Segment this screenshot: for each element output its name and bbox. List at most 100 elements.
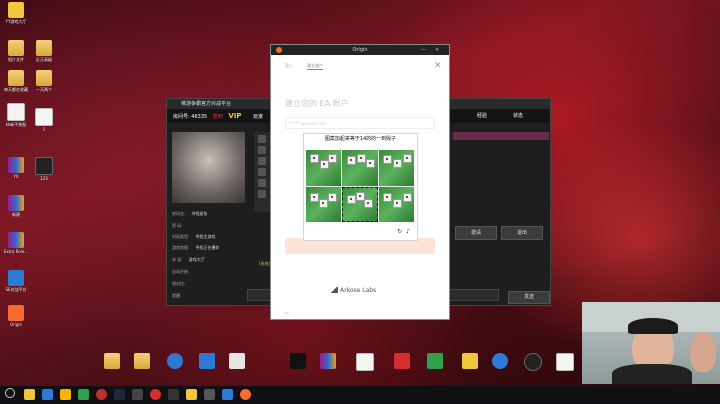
desktop-bottom-icon-5[interactable] <box>222 353 252 369</box>
captcha-option[interactable] <box>306 186 342 222</box>
desktop-icon-doc1[interactable]: kk新手装配 <box>1 103 31 127</box>
minimize-icon[interactable]: — <box>421 45 426 55</box>
streamer-shirt <box>612 364 692 384</box>
desktop-bottom-icon-4[interactable] <box>192 353 222 369</box>
accelerator-icon <box>492 353 508 369</box>
captcha-option-selected[interactable] <box>342 186 378 222</box>
taskbar <box>0 386 720 404</box>
desktop-bottom-icon-3[interactable] <box>160 353 190 369</box>
desktop-icon-folder2[interactable]: 反正高级 <box>29 40 59 62</box>
captcha-prompt: 图案加起来等于14的的一到骰子 <box>324 136 397 142</box>
die <box>402 192 412 202</box>
close-icon[interactable]: ✕ <box>434 62 442 71</box>
player-avatar <box>172 132 245 203</box>
die <box>357 154 367 163</box>
desktop-icon-folder3[interactable]: 每天都在收藏 <box>1 70 31 92</box>
player-slot[interactable] <box>258 179 266 187</box>
captcha-option[interactable] <box>378 186 414 222</box>
close-window-icon[interactable]: ✕ <box>435 45 439 55</box>
captcha-option[interactable] <box>306 150 342 186</box>
desktop-bottom-icon-yy[interactable] <box>455 353 485 369</box>
webcam-overlay <box>582 302 720 384</box>
desktop-bottom-icon-netease[interactable] <box>387 353 417 369</box>
desktop-icon-yy-games[interactable]: YY游戏大厅 <box>1 2 31 24</box>
room-number-label: 房间号: <box>173 114 190 120</box>
tab-sign-in[interactable]: 登入 <box>285 63 293 69</box>
player-slot[interactable] <box>258 168 266 176</box>
desktop-icon-new[interactable]: 新建 <box>1 195 31 217</box>
reload-icon[interactable]: ↻ <box>397 229 402 235</box>
desktop-icon-123[interactable]: 123 <box>29 157 59 181</box>
desktop-bottom-icon-7[interactable] <box>313 353 343 369</box>
doc-icon <box>356 353 374 371</box>
origin-logo-icon <box>276 47 282 53</box>
second-person <box>690 332 716 372</box>
room-tag[interactable]: 签到 <box>213 114 223 120</box>
taskbar-app-icon[interactable] <box>132 389 143 400</box>
taskbar-origin-icon[interactable] <box>240 389 251 400</box>
app-icon <box>427 353 443 369</box>
rar-icon <box>8 157 24 173</box>
field-round: 本 局: 游戏大厅 <box>172 257 205 262</box>
taskbar-app-icon[interactable] <box>168 389 179 400</box>
exit-button[interactable]: 退出 <box>501 226 543 240</box>
die <box>328 154 337 163</box>
die <box>364 198 374 208</box>
desktop-icon-folder4[interactable]: 一天两个 <box>29 70 59 92</box>
clock-icon <box>167 353 183 369</box>
player-slot[interactable] <box>258 135 266 143</box>
desktop-bottom-icon-wegame[interactable] <box>518 353 548 371</box>
penguin-icon <box>290 353 306 369</box>
field-password: 密 码: <box>172 223 183 228</box>
captcha-option[interactable] <box>342 150 378 186</box>
desktop-bottom-icon-14[interactable] <box>550 353 580 371</box>
game-icon <box>320 353 336 369</box>
desktop-bottom-icon-gg[interactable] <box>485 353 515 369</box>
desktop-icon-extra-role[interactable]: Extra Role... <box>1 232 31 254</box>
room-number: 46335 <box>191 114 208 120</box>
taskbar-app-icon[interactable] <box>150 389 161 400</box>
player-slot[interactable] <box>258 157 266 165</box>
taskbar-steam-icon[interactable] <box>114 389 125 400</box>
die <box>347 156 357 165</box>
taskbar-edge-icon[interactable] <box>42 389 53 400</box>
folder-icon <box>8 70 24 86</box>
taskbar-app-icon[interactable] <box>204 389 215 400</box>
desktop-bottom-icon-8[interactable] <box>350 353 380 371</box>
tab-create-account[interactable]: 建立账户 <box>307 63 323 70</box>
desktop-bottom-icon-1[interactable] <box>97 353 127 369</box>
send-button[interactable]: 发送 <box>508 291 550 304</box>
search-icon[interactable] <box>5 388 15 398</box>
desktop-bottom-icon-qq[interactable] <box>283 353 313 369</box>
folder-icon <box>36 40 52 56</box>
taskbar-app-icon[interactable] <box>60 389 71 400</box>
desktop-bottom-icon-10[interactable] <box>420 353 450 369</box>
captcha-option[interactable] <box>378 150 414 186</box>
desktop-icon-se-platform[interactable]: SE对战平台 <box>1 270 31 292</box>
tab-players[interactable]: 玩家 <box>253 114 263 120</box>
folder-icon <box>36 70 52 86</box>
arkose-brand: Arkose Labs <box>331 287 376 294</box>
taskbar-app-icon[interactable] <box>222 389 233 400</box>
desktop-icon-origin[interactable]: Origin <box>1 305 31 327</box>
image-icon <box>556 353 574 371</box>
invite-button[interactable]: 邀请 <box>455 226 497 240</box>
audio-icon[interactable]: ♪ <box>406 229 410 235</box>
column-exp: 经验 <box>477 113 488 119</box>
taskbar-yy-icon[interactable] <box>186 389 197 400</box>
column-state: 状态 <box>513 113 524 119</box>
email-field[interactable]: ******@gmail.com <box>285 117 435 129</box>
selected-player-row[interactable] <box>453 132 549 140</box>
desktop-icon-doc2[interactable]: 1 <box>29 108 59 132</box>
player-slot[interactable] <box>258 146 266 154</box>
desktop-bottom-icon-2[interactable] <box>127 353 157 369</box>
taskbar-app-icon[interactable] <box>96 389 107 400</box>
player-slot[interactable] <box>258 190 266 198</box>
folder-icon <box>104 353 120 369</box>
taskbar-file-explorer-icon[interactable] <box>24 389 35 400</box>
field-mode: 对局类型: 寻找主游戏 <box>172 234 216 239</box>
desktop-icon-yx[interactable]: YX <box>1 157 31 179</box>
ea-footer: EA <box>285 311 289 315</box>
desktop-icon-photos[interactable]: 相片文件 <box>1 40 31 62</box>
taskbar-app-icon[interactable] <box>78 389 89 400</box>
